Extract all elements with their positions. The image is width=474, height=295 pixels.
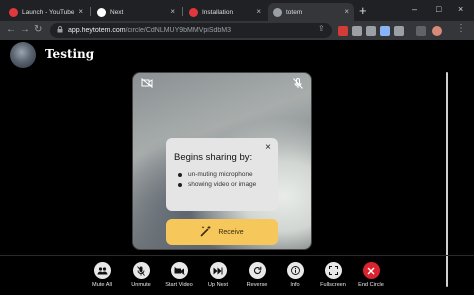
address-bar[interactable]: app.heytotem.com/circle/CdNLMUY9bMMVpiSd… (50, 23, 332, 38)
magic-wand-icon (200, 225, 212, 240)
popup-heading: Begins sharing by: (174, 152, 253, 163)
new-tab-button[interactable]: + (359, 4, 367, 17)
globe-favicon-icon (273, 7, 282, 17)
end-circle-button[interactable]: End Circle (351, 262, 391, 288)
extension-icon[interactable] (380, 26, 390, 36)
up-next-button[interactable]: Up Next (198, 262, 238, 288)
receive-button-label: Receive (218, 228, 244, 236)
close-icon[interactable]: × (265, 143, 271, 153)
kebab-menu-icon[interactable]: ⋮ (456, 23, 466, 34)
start-video-button[interactable]: Start Video (159, 262, 199, 288)
profile-avatar-icon[interactable] (432, 26, 442, 36)
fullscreen-icon (324, 262, 342, 279)
url-host: app.heytotem.com (68, 27, 126, 34)
control-label: Up Next (207, 282, 229, 288)
extension-icon[interactable] (352, 26, 362, 36)
url-path: /circle/CdNLMUY9bMMVpiSdbM3 (125, 27, 232, 34)
mic-off-icon (293, 78, 303, 89)
github-favicon-icon (97, 7, 106, 17)
tab-youtube[interactable]: Launch - YouTube M × (4, 3, 88, 21)
youtube-favicon-icon (9, 7, 18, 17)
sharing-info-popup: × Begins sharing by: un-muting microphon… (166, 138, 278, 211)
bullet-icon (178, 173, 182, 177)
control-label: Reverse (246, 282, 268, 288)
reverse-button[interactable]: Reverse (237, 262, 277, 288)
receive-button[interactable]: Receive (166, 219, 278, 245)
circle-title: Testing (45, 47, 95, 61)
tab-divider (90, 7, 91, 16)
control-label: Start Video (165, 282, 193, 288)
bullet-icon (178, 183, 182, 187)
tab-totem[interactable]: totem × (268, 3, 354, 21)
control-label: Info (290, 282, 300, 288)
tab-close-icon[interactable]: × (256, 8, 261, 16)
tab-close-icon[interactable]: × (78, 8, 83, 16)
list-item: un-muting microphone (178, 170, 256, 180)
skip-next-icon (209, 262, 227, 279)
url-text: app.heytotem.com/circle/CdNLMUY9bMMVpiSd… (68, 27, 231, 34)
minimize-window-icon[interactable]: – (412, 3, 417, 15)
forward-arrow-icon[interactable]: → (20, 24, 30, 36)
control-label: Unmute (131, 282, 151, 288)
list-item-label: showing video or image (188, 181, 257, 188)
control-label: Mute All (92, 282, 112, 288)
video-off-icon (170, 262, 188, 279)
lock-icon (57, 26, 63, 35)
mic-off-icon (132, 262, 150, 279)
video-off-icon (141, 78, 153, 88)
circle-page: Testing × Begins sharing by: un-muting m… (0, 40, 474, 295)
tab-next[interactable]: Next × (92, 3, 180, 21)
info-icon (286, 262, 304, 279)
browser-tab-bar: Launch - YouTube M × Next × Installation… (0, 0, 474, 21)
control-label: Fullscreen (320, 282, 346, 288)
tab-title: Launch - YouTube M (22, 8, 75, 16)
tab-installation[interactable]: Installation × (184, 3, 266, 21)
list-item: showing video or image (178, 180, 256, 190)
puzzle-icon[interactable] (394, 26, 404, 36)
tab-close-icon[interactable]: × (344, 8, 349, 16)
maximize-window-icon[interactable]: □ (436, 3, 441, 15)
extension-icon[interactable] (366, 26, 376, 36)
users-icon (93, 262, 111, 279)
mute-all-button[interactable]: Mute All (82, 262, 122, 288)
tab-title: Installation (202, 8, 234, 16)
tab-close-icon[interactable]: × (170, 8, 175, 16)
share-icon[interactable]: ⇪ (318, 24, 325, 33)
back-arrow-icon[interactable]: ← (6, 24, 16, 36)
browser-toolbar: ← → ↻ app.heytotem.com/circle/CdNLMUY9bM… (0, 21, 474, 40)
popup-list: un-muting microphone showing video or im… (178, 170, 256, 190)
unmute-button[interactable]: Unmute (121, 262, 161, 288)
circle-avatar[interactable] (10, 42, 36, 68)
fullscreen-button[interactable]: Fullscreen (313, 262, 353, 288)
reload-icon[interactable]: ↻ (34, 24, 42, 36)
installation-favicon-icon (189, 7, 198, 17)
tab-title: Next (110, 8, 124, 16)
list-item-label: un-muting microphone (188, 171, 253, 178)
tab-divider (182, 7, 183, 16)
control-label: End Circle (358, 282, 384, 288)
circle-controls-bar: Mute All Unmute Start Video Up Next Reve… (0, 255, 474, 295)
reverse-icon (248, 262, 266, 279)
tab-title: totem (286, 8, 303, 16)
info-button[interactable]: Info (275, 262, 315, 288)
sidebar-toggle-icon[interactable] (416, 26, 426, 36)
close-icon (362, 262, 380, 279)
close-window-icon[interactable]: × (458, 3, 463, 15)
extension-icon[interactable] (338, 26, 348, 36)
